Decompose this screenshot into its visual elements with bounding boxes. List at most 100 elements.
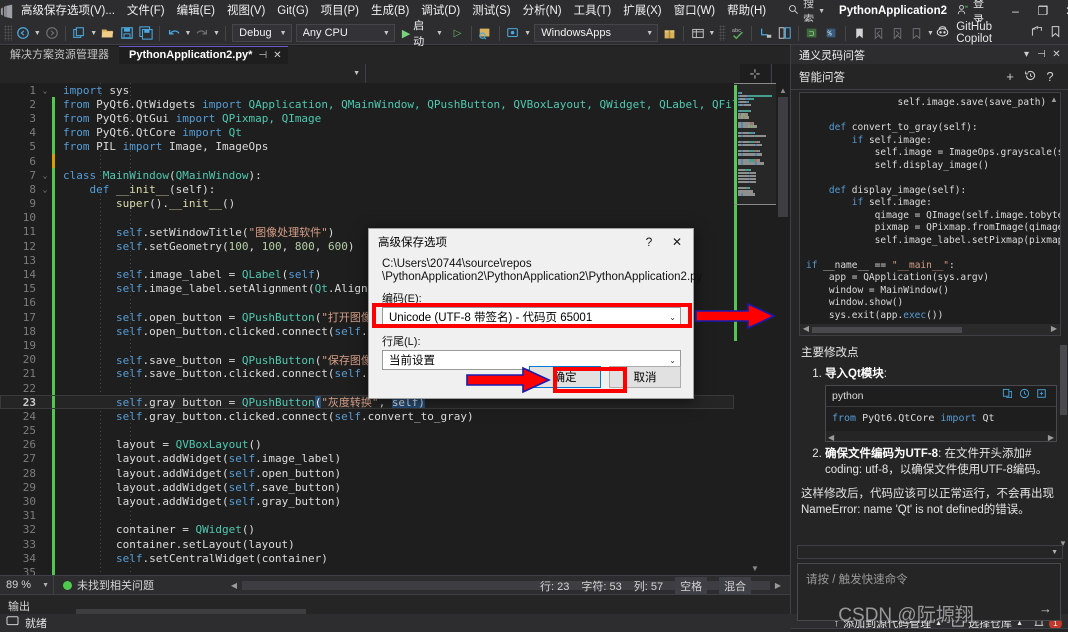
split-view-button[interactable]: ⊹ bbox=[740, 64, 770, 83]
cancel-button[interactable]: 取消 bbox=[609, 366, 681, 388]
menu-item-file[interactable]: 文件(F) bbox=[121, 0, 171, 22]
layout-icon[interactable] bbox=[688, 23, 707, 43]
fold-indicator-icon[interactable]: ⌄ bbox=[40, 185, 50, 194]
start-debug-button[interactable]: ▶ 启动 ▼ bbox=[397, 20, 448, 48]
menu-item-window[interactable]: 窗口(W) bbox=[668, 0, 722, 22]
pin-icon[interactable]: ⊣ bbox=[258, 47, 267, 64]
scroll-right-icon[interactable]: ▶ bbox=[1049, 324, 1059, 333]
new-project-icon[interactable] bbox=[70, 23, 89, 43]
navigate-backward-dropdown-icon[interactable]: ▼ bbox=[33, 23, 42, 43]
configuration-select[interactable]: Debug ▼ bbox=[232, 24, 292, 42]
code-line[interactable]: 9 super().__init__() bbox=[0, 196, 734, 211]
history-icon[interactable] bbox=[1020, 69, 1040, 85]
scroll-left-icon[interactable]: ◀ bbox=[801, 324, 811, 333]
output-panel[interactable]: 输出 bbox=[0, 594, 790, 615]
code-line[interactable]: 4 from PyQt6.QtCore import Qt bbox=[0, 125, 734, 140]
compare-icon[interactable] bbox=[775, 23, 794, 43]
menu-item-edit[interactable]: 编辑(E) bbox=[171, 0, 221, 22]
scroll-up-icon[interactable]: ▲ bbox=[776, 83, 790, 97]
step-into-icon[interactable] bbox=[756, 23, 775, 43]
code-line[interactable]: 33 container.setLayout(layout) bbox=[0, 537, 734, 552]
gift-icon[interactable] bbox=[660, 23, 679, 43]
comment-icon[interactable]: ⊐ bbox=[803, 23, 822, 43]
toolbar-overflow-icon[interactable]: ▼ bbox=[926, 23, 935, 43]
save-icon[interactable] bbox=[117, 23, 136, 43]
close-icon[interactable]: ✕ bbox=[1049, 49, 1064, 60]
scroll-left-icon[interactable]: ◀ bbox=[228, 579, 240, 592]
tab-pythonapplication2-py[interactable]: PythonApplication2.py* ⊣ ✕ bbox=[119, 46, 288, 64]
answer-code-block[interactable]: self.image.save(save_path) def convert_t… bbox=[799, 92, 1061, 336]
tab-solution-explorer[interactable]: 解决方案资源管理器 bbox=[0, 46, 119, 64]
answer-code-vscrollbar[interactable]: ▲ bbox=[1049, 95, 1059, 321]
answer-code-hscrollbar[interactable]: ◀ ▶ bbox=[800, 324, 1060, 335]
scroll-up-icon[interactable]: ▲ bbox=[1049, 95, 1059, 104]
layout-dropdown-icon[interactable]: ▼ bbox=[707, 23, 716, 43]
code-line[interactable]: 27 layout.addWidget(self.image_label) bbox=[0, 451, 734, 467]
close-icon[interactable]: ✕ bbox=[273, 47, 281, 64]
insert-icon[interactable] bbox=[1016, 388, 1033, 405]
code-line[interactable]: 5 from PIL import Image, ImageOps bbox=[0, 139, 734, 154]
toolbar-grip[interactable] bbox=[4, 25, 12, 41]
maximize-button[interactable]: ❐ bbox=[1029, 0, 1056, 22]
code-line[interactable]: 29 layout.addWidget(self.save_button) bbox=[0, 480, 734, 495]
bookmark-icon[interactable] bbox=[850, 23, 869, 43]
redo-icon[interactable] bbox=[193, 23, 212, 43]
code-line[interactable]: 25 bbox=[0, 423, 734, 438]
help-button[interactable]: ? bbox=[635, 230, 663, 254]
menu-item-project[interactable]: 项目(P) bbox=[315, 0, 365, 22]
code-line[interactable]: 3 from PyQt6.QtGui import QPixmap, QImage bbox=[0, 111, 734, 126]
scroll-thumb[interactable] bbox=[778, 97, 788, 217]
minimap-scroll-down-icon[interactable]: ▼ bbox=[734, 561, 776, 575]
menu-item-build[interactable]: 生成(B) bbox=[365, 0, 415, 22]
chevron-down-icon[interactable]: ▾ bbox=[1019, 49, 1034, 60]
menu-item-analyze[interactable]: 分析(N) bbox=[517, 0, 568, 22]
editor-minimap[interactable]: ▼ bbox=[734, 83, 776, 575]
undo-icon[interactable] bbox=[164, 23, 183, 43]
code-line[interactable]: 32 container = QWidget() bbox=[0, 522, 734, 537]
dialog-close-button[interactable]: ✕ bbox=[663, 230, 691, 254]
menu-item-view[interactable]: 视图(V) bbox=[221, 0, 271, 22]
uncomment-icon[interactable]: % bbox=[822, 23, 841, 43]
next-bookmark-icon[interactable] bbox=[888, 23, 907, 43]
minimize-button[interactable]: – bbox=[1002, 0, 1029, 22]
save-all-icon[interactable] bbox=[136, 23, 155, 43]
copilot-feedback-icon[interactable] bbox=[1049, 25, 1062, 41]
navigate-forward-icon[interactable] bbox=[42, 23, 61, 43]
code-line[interactable]: 34 self.setCentralWidget(container) bbox=[0, 551, 734, 566]
clear-bookmarks-icon[interactable] bbox=[907, 23, 926, 43]
code-line[interactable]: 24 self.gray_button.clicked.connect(self… bbox=[0, 409, 734, 424]
close-button[interactable]: ✕ bbox=[1057, 0, 1068, 22]
open-file-icon[interactable] bbox=[98, 23, 117, 43]
previous-bookmark-icon[interactable] bbox=[869, 23, 888, 43]
spellcheck-icon[interactable]: abc bbox=[728, 23, 747, 43]
target-select[interactable]: WindowsApps ▼ bbox=[534, 24, 659, 42]
type-navigation-select[interactable]: ▼ bbox=[0, 64, 366, 83]
code-line[interactable]: 26 layout = QVBoxLayout() bbox=[0, 437, 734, 452]
issue-status[interactable]: 未找到相关问题 bbox=[54, 577, 154, 593]
pin-icon[interactable]: ⊣ bbox=[1034, 49, 1049, 60]
scroll-right-icon[interactable]: ▶ bbox=[772, 579, 784, 592]
code-line[interactable]: 35 bbox=[0, 565, 734, 575]
menu-item-advanced-save[interactable]: 高级保存选项(V)... bbox=[15, 0, 121, 22]
inline-code-hscrollbar[interactable]: ◀ ▶ bbox=[826, 431, 1056, 442]
minimap-viewport[interactable] bbox=[734, 83, 776, 205]
advanced-save-options-dialog[interactable]: 高级保存选项 ? ✕ C:\Users\20744\source\repos \… bbox=[368, 228, 702, 399]
member-navigation-select[interactable]: ▼ bbox=[366, 64, 772, 83]
line-ending-indicator[interactable]: 混合 bbox=[719, 576, 752, 595]
code-line[interactable]: 6 bbox=[0, 153, 734, 169]
code-line[interactable]: 8 ⌄ def __init__(self): bbox=[0, 182, 734, 197]
platform-select[interactable]: Any CPU ▼ bbox=[295, 24, 395, 42]
toolbar-grip-2[interactable] bbox=[718, 25, 727, 41]
navigate-backward-icon[interactable] bbox=[14, 23, 33, 43]
chat-scrollbar-thumb[interactable] bbox=[1060, 345, 1067, 415]
menu-item-extensions[interactable]: 扩展(X) bbox=[617, 0, 667, 22]
attach-process-icon[interactable] bbox=[476, 23, 495, 43]
code-line[interactable]: 1 ⌄ import sys bbox=[0, 83, 734, 97]
menu-item-tools[interactable]: 工具(T) bbox=[568, 0, 618, 22]
code-line[interactable]: 7 ⌄ class MainWindow(QMainWindow): bbox=[0, 168, 734, 183]
new-file-icon[interactable] bbox=[1033, 388, 1050, 405]
chat-message-body[interactable]: self.image.save(save_path) def convert_t… bbox=[791, 90, 1068, 550]
live-share-dropdown-icon[interactable]: ▼ bbox=[523, 23, 532, 43]
chat-context-select[interactable]: ▼ bbox=[797, 545, 1063, 559]
copy-icon[interactable] bbox=[999, 388, 1016, 405]
